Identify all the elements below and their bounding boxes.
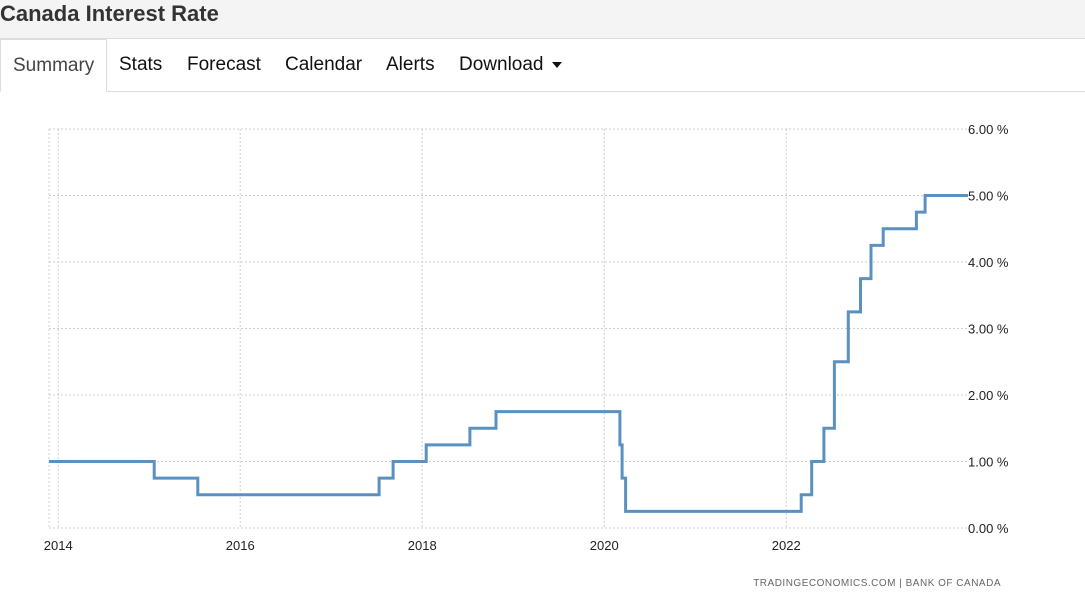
tab-calendar[interactable]: Calendar: [285, 39, 362, 91]
y-axis-ticks: 0.00 % 1.00 % 2.00 % 3.00 % 4.00 % 5.00 % 6.00…: [968, 122, 1009, 536]
tab-forecast[interactable]: Forecast: [187, 39, 261, 91]
chart-grid: [48, 128, 968, 529]
y-tick-label: 5.00 %: [968, 189, 1009, 204]
y-tick-label: 2.00 %: [968, 388, 1009, 403]
y-tick-label: 0.00 %: [968, 521, 1009, 536]
x-tick-label: 2016: [226, 538, 255, 553]
tab-summary[interactable]: Summary: [0, 39, 107, 92]
page-title: Canada Interest Rate: [0, 1, 219, 26]
y-tick-label: 3.00 %: [968, 322, 1009, 337]
x-axis-ticks: 2014 2016 2018 2020 2022: [44, 538, 801, 553]
series-line: [49, 194, 968, 513]
tab-bar: Summary Stats Forecast Calendar Alerts D…: [0, 39, 1085, 92]
interest-rate-chart: 2014 2016 2018 2020 2022 0.00 % 1.00 % 2.00 % 3…: [44, 122, 1009, 589]
title-bar: Canada Interest Rate: [0, 0, 1085, 39]
y-tick-label: 4.00 %: [968, 255, 1009, 270]
y-tick-label: 6.00 %: [968, 122, 1009, 137]
chart-source-credit: TRADINGECONOMICS.COM | BANK OF CANADA: [753, 578, 1001, 589]
y-tick-label: 1.00 %: [968, 455, 1009, 470]
tab-download-label: Download: [459, 54, 544, 75]
x-tick-label: 2020: [590, 538, 619, 553]
x-tick-label: 2018: [408, 538, 437, 553]
tab-stats[interactable]: Stats: [119, 39, 162, 91]
x-tick-label: 2014: [44, 538, 73, 553]
caret-down-icon: [551, 61, 562, 68]
tab-download[interactable]: Download: [459, 39, 562, 91]
tab-alerts[interactable]: Alerts: [386, 39, 435, 91]
x-tick-label: 2022: [772, 538, 801, 553]
